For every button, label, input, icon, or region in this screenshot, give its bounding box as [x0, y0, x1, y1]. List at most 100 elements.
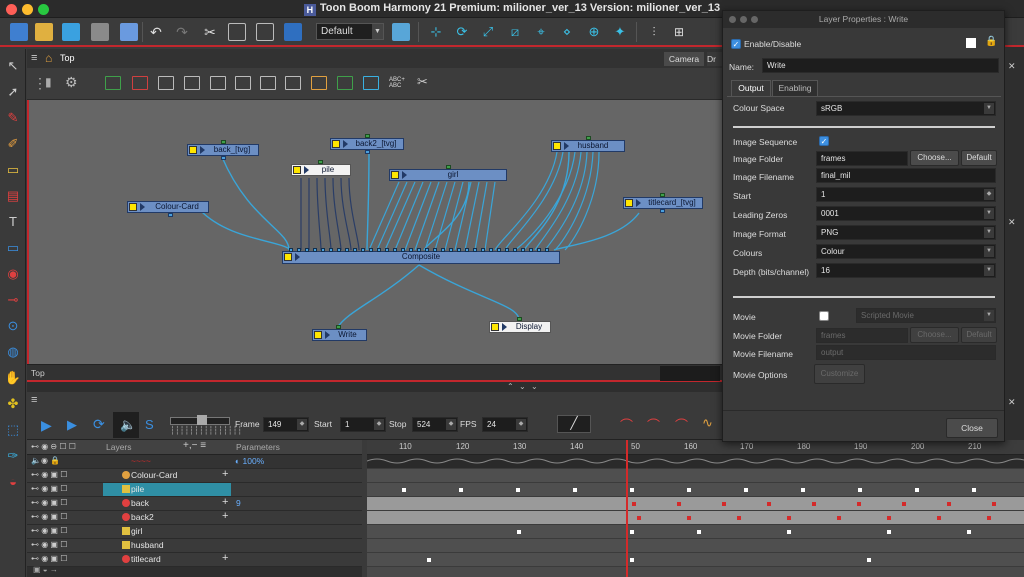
composite-input-port[interactable] — [369, 248, 373, 252]
keyframe[interactable] — [630, 558, 634, 562]
composite-input-port[interactable] — [417, 248, 421, 252]
composite-input-port[interactable] — [329, 248, 333, 252]
layer-row[interactable]: ⊷ ◉ ▣ ☐ back + 9 — [27, 496, 362, 511]
display-node-icon[interactable] — [285, 76, 301, 90]
enable-disable-checkbox[interactable]: ✓ — [731, 39, 741, 49]
close-button[interactable]: Close — [946, 418, 998, 438]
composite-input-port[interactable] — [337, 248, 341, 252]
minimize-dialog-button[interactable] — [740, 16, 747, 23]
composite-input-port[interactable] — [321, 248, 325, 252]
contour-editor-icon[interactable]: ➚ — [4, 83, 22, 101]
timeline-frames[interactable]: 110 120 130 140 50 160 170 180 190 200 2… — [366, 440, 1024, 577]
slider-handle[interactable] — [197, 415, 207, 425]
panel-splitter[interactable]: ⌃ ⌄ ⌄ — [27, 382, 727, 392]
node-output-port[interactable] — [168, 213, 173, 217]
deformer-icon[interactable]: ⋄ — [558, 23, 576, 41]
pencil-tool-icon[interactable]: ✐ — [4, 135, 22, 153]
default-movie-folder-button[interactable]: Default — [961, 327, 997, 343]
text-tool-icon[interactable]: T — [4, 213, 22, 231]
fps-field[interactable]: 24 ◆ — [482, 417, 528, 432]
composite-input-port[interactable] — [409, 248, 413, 252]
layer-row[interactable]: ⊷ ◉ ▣ ☐ girl — [27, 525, 362, 539]
timeline-row[interactable] — [367, 511, 1024, 525]
keyframe[interactable] — [737, 516, 741, 520]
node-input-port[interactable] — [318, 160, 323, 164]
loop-icon[interactable]: ⟳ — [93, 416, 105, 433]
play-selection-icon[interactable]: ▶ — [67, 417, 77, 433]
keyframe[interactable] — [812, 502, 816, 506]
composite-input-port[interactable] — [305, 248, 309, 252]
keyframe[interactable] — [427, 558, 431, 562]
choose-movie-folder-button[interactable]: Choose... — [910, 327, 959, 343]
composite-node-icon[interactable] — [210, 76, 226, 90]
new-scene-icon[interactable] — [10, 23, 28, 41]
keyframe[interactable] — [801, 488, 805, 492]
node-colour-card[interactable]: Colour-Card — [127, 201, 209, 217]
composite-input-port[interactable] — [401, 248, 405, 252]
gear-icon[interactable]: ⚙ — [65, 74, 78, 91]
composite-input-port[interactable] — [297, 248, 301, 252]
add-drawing-node-icon[interactable] — [105, 76, 121, 90]
keyframe[interactable] — [767, 502, 771, 506]
keyframe[interactable] — [867, 558, 871, 562]
keyframe[interactable] — [630, 488, 634, 492]
keyframe[interactable] — [837, 516, 841, 520]
layer-row[interactable]: ⊷ ◉ ▣ ☐ back2 + — [27, 510, 362, 525]
composite-input-port[interactable] — [505, 248, 509, 252]
pivot-icon[interactable]: ✦ — [611, 23, 629, 41]
expand-icon[interactable]: + — [222, 468, 228, 480]
network-icon[interactable] — [260, 76, 276, 90]
layer-toggle-icons[interactable]: ⊷ ◉ ⊖ ☐ ☐ — [31, 442, 76, 451]
layer-footer-icons[interactable]: ▣ ◒ → — [33, 565, 58, 574]
keyframe[interactable] — [937, 516, 941, 520]
composite-input-port[interactable] — [473, 248, 477, 252]
composite-input-port[interactable] — [465, 248, 469, 252]
dialog-titlebar[interactable]: Layer Properties : Write — [723, 11, 1004, 28]
start-field[interactable]: 1 ◆ — [340, 417, 386, 432]
stamp-tool-icon[interactable]: ▤ — [4, 187, 22, 205]
tab-output[interactable]: Output — [731, 80, 771, 96]
breadcrumb[interactable]: Top — [60, 53, 75, 63]
default-folder-button[interactable]: Default — [961, 150, 997, 166]
abc-text-icon[interactable]: ABC+ ABC — [389, 77, 405, 89]
eraser-tool-icon[interactable]: ▭ — [4, 161, 22, 179]
add-layer-icon[interactable]: +,− ≡ — [183, 440, 206, 451]
customize-button[interactable]: Customize — [814, 364, 865, 384]
bone-icon[interactable]: ⊕ — [585, 23, 603, 41]
colours-select[interactable]: Colour ▼ — [816, 244, 996, 259]
tab-camera[interactable]: Camera — [664, 52, 704, 66]
preferences-icon[interactable] — [284, 23, 302, 41]
node-input-port[interactable] — [336, 325, 341, 329]
movie-folder-field[interactable]: frames — [816, 328, 908, 343]
composite-input-port[interactable] — [385, 248, 389, 252]
select-tool-icon[interactable]: ↖ — [4, 57, 22, 75]
movie-filename-field[interactable]: output — [816, 345, 996, 360]
timeline-row[interactable] — [367, 553, 1024, 567]
smooth-tool-icon[interactable]: ◒ — [4, 473, 22, 491]
image-filename-field[interactable]: final_mil — [816, 168, 996, 183]
backdrop-icon[interactable] — [311, 76, 327, 90]
hand-tool-icon[interactable]: ✋ — [4, 369, 22, 387]
chevron-down-icon[interactable]: ⌄ — [519, 382, 526, 391]
brush-tool-icon[interactable]: ✎ — [4, 109, 22, 127]
ease-in-icon[interactable]: ⌒ — [620, 415, 633, 434]
cable-icon[interactable] — [235, 76, 251, 90]
playhead[interactable] — [626, 440, 628, 577]
onion-skin-icon[interactable]: ⫶ — [645, 23, 663, 41]
layer-toggle-icons[interactable]: ⊷ ◉ ▣ ☐ — [31, 554, 67, 563]
composite-input-port[interactable] — [345, 248, 349, 252]
frame-field[interactable]: 149 ◆ — [263, 417, 309, 432]
keyframe[interactable] — [858, 488, 862, 492]
composite-input-port[interactable] — [353, 248, 357, 252]
layer-row-top[interactable]: 🔈◉ 🔒 ~~~~ ◐ 100% — [27, 455, 362, 469]
play-icon[interactable]: ▶ — [41, 417, 52, 434]
keyframe[interactable] — [402, 488, 406, 492]
composite-input-port[interactable] — [497, 248, 501, 252]
sound-scrub-icon[interactable]: S — [145, 417, 154, 432]
frame-ruler[interactable]: 110 120 130 140 50 160 170 180 190 200 2… — [367, 440, 1024, 455]
composite-input-port[interactable] — [425, 248, 429, 252]
node-composite[interactable]: Composite — [282, 248, 560, 264]
composite-input-port[interactable] — [545, 248, 549, 252]
node-input-port[interactable] — [517, 317, 522, 321]
layer-toggle-icons[interactable]: ⊷ ◉ ▣ ☐ — [31, 484, 67, 493]
